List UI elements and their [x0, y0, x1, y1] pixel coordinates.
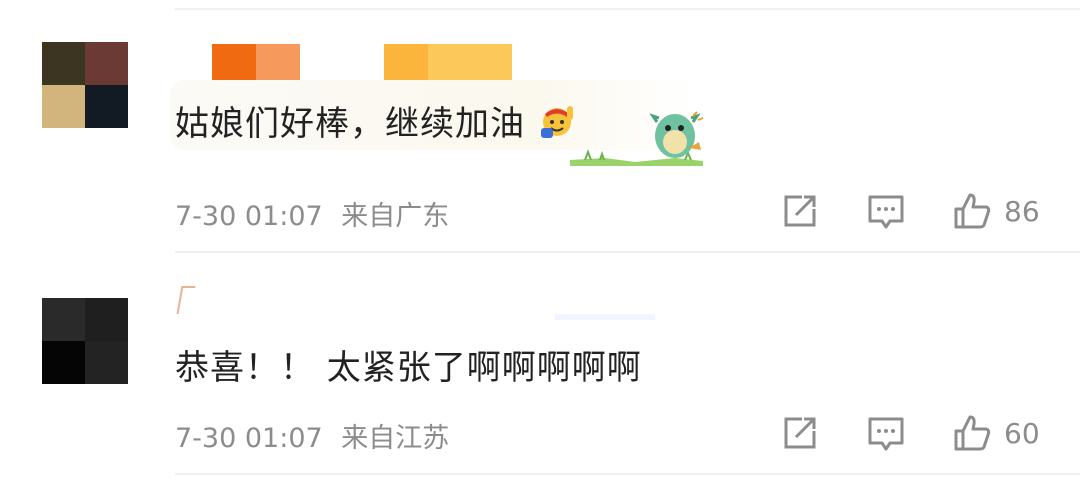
thumbs-up-icon [952, 413, 992, 453]
divider [175, 473, 1080, 475]
share-icon [780, 191, 820, 231]
comment-item: 恭喜！！ 太紧张了啊啊啊啊啊 7-30 01:07 来自江苏 60 [0, 252, 1080, 481]
like-count: 60 [1004, 416, 1040, 450]
username-blurred[interactable] [212, 44, 512, 84]
reply-button[interactable] [866, 413, 906, 453]
share-button[interactable] [780, 191, 820, 231]
comment-text: 姑娘们好棒，继续加油 [175, 96, 577, 149]
thumbs-up-icon [952, 191, 992, 231]
comment-time: 7-30 01:07 [175, 201, 323, 232]
comment-item: 姑娘们好棒，继续加油 7-30 01:07 来自广东 86 [0, 0, 1080, 250]
comment-text: 恭喜！！ 太紧张了啊啊啊啊啊 [175, 340, 642, 389]
share-icon [780, 413, 820, 453]
comment-actions: 60 [780, 413, 1040, 453]
comment-meta: 7-30 01:07 来自广东 [175, 194, 449, 233]
comment-icon [866, 191, 906, 231]
comment-text-content: 恭喜！！ 太紧张了啊啊啊啊啊 [175, 348, 642, 388]
like-button[interactable]: 60 [952, 413, 1040, 453]
reply-button[interactable] [866, 191, 906, 231]
comment-icon [866, 413, 906, 453]
comment-meta: 7-30 01:07 来自江苏 [175, 416, 449, 455]
username-blurred[interactable] [175, 284, 655, 326]
comment-actions: 86 [780, 191, 1040, 231]
like-count: 86 [1004, 194, 1040, 228]
comment-text-content: 姑娘们好棒，继续加油 [175, 104, 525, 144]
share-button[interactable] [780, 413, 820, 453]
green-dinosaur-sticker-icon [565, 108, 705, 172]
comment-time: 7-30 01:07 [175, 423, 323, 454]
like-button[interactable]: 86 [952, 191, 1040, 231]
comment-location: 来自广东 [341, 201, 450, 232]
avatar[interactable] [42, 42, 128, 128]
comment-location: 来自江苏 [341, 423, 450, 454]
avatar[interactable] [42, 298, 128, 384]
